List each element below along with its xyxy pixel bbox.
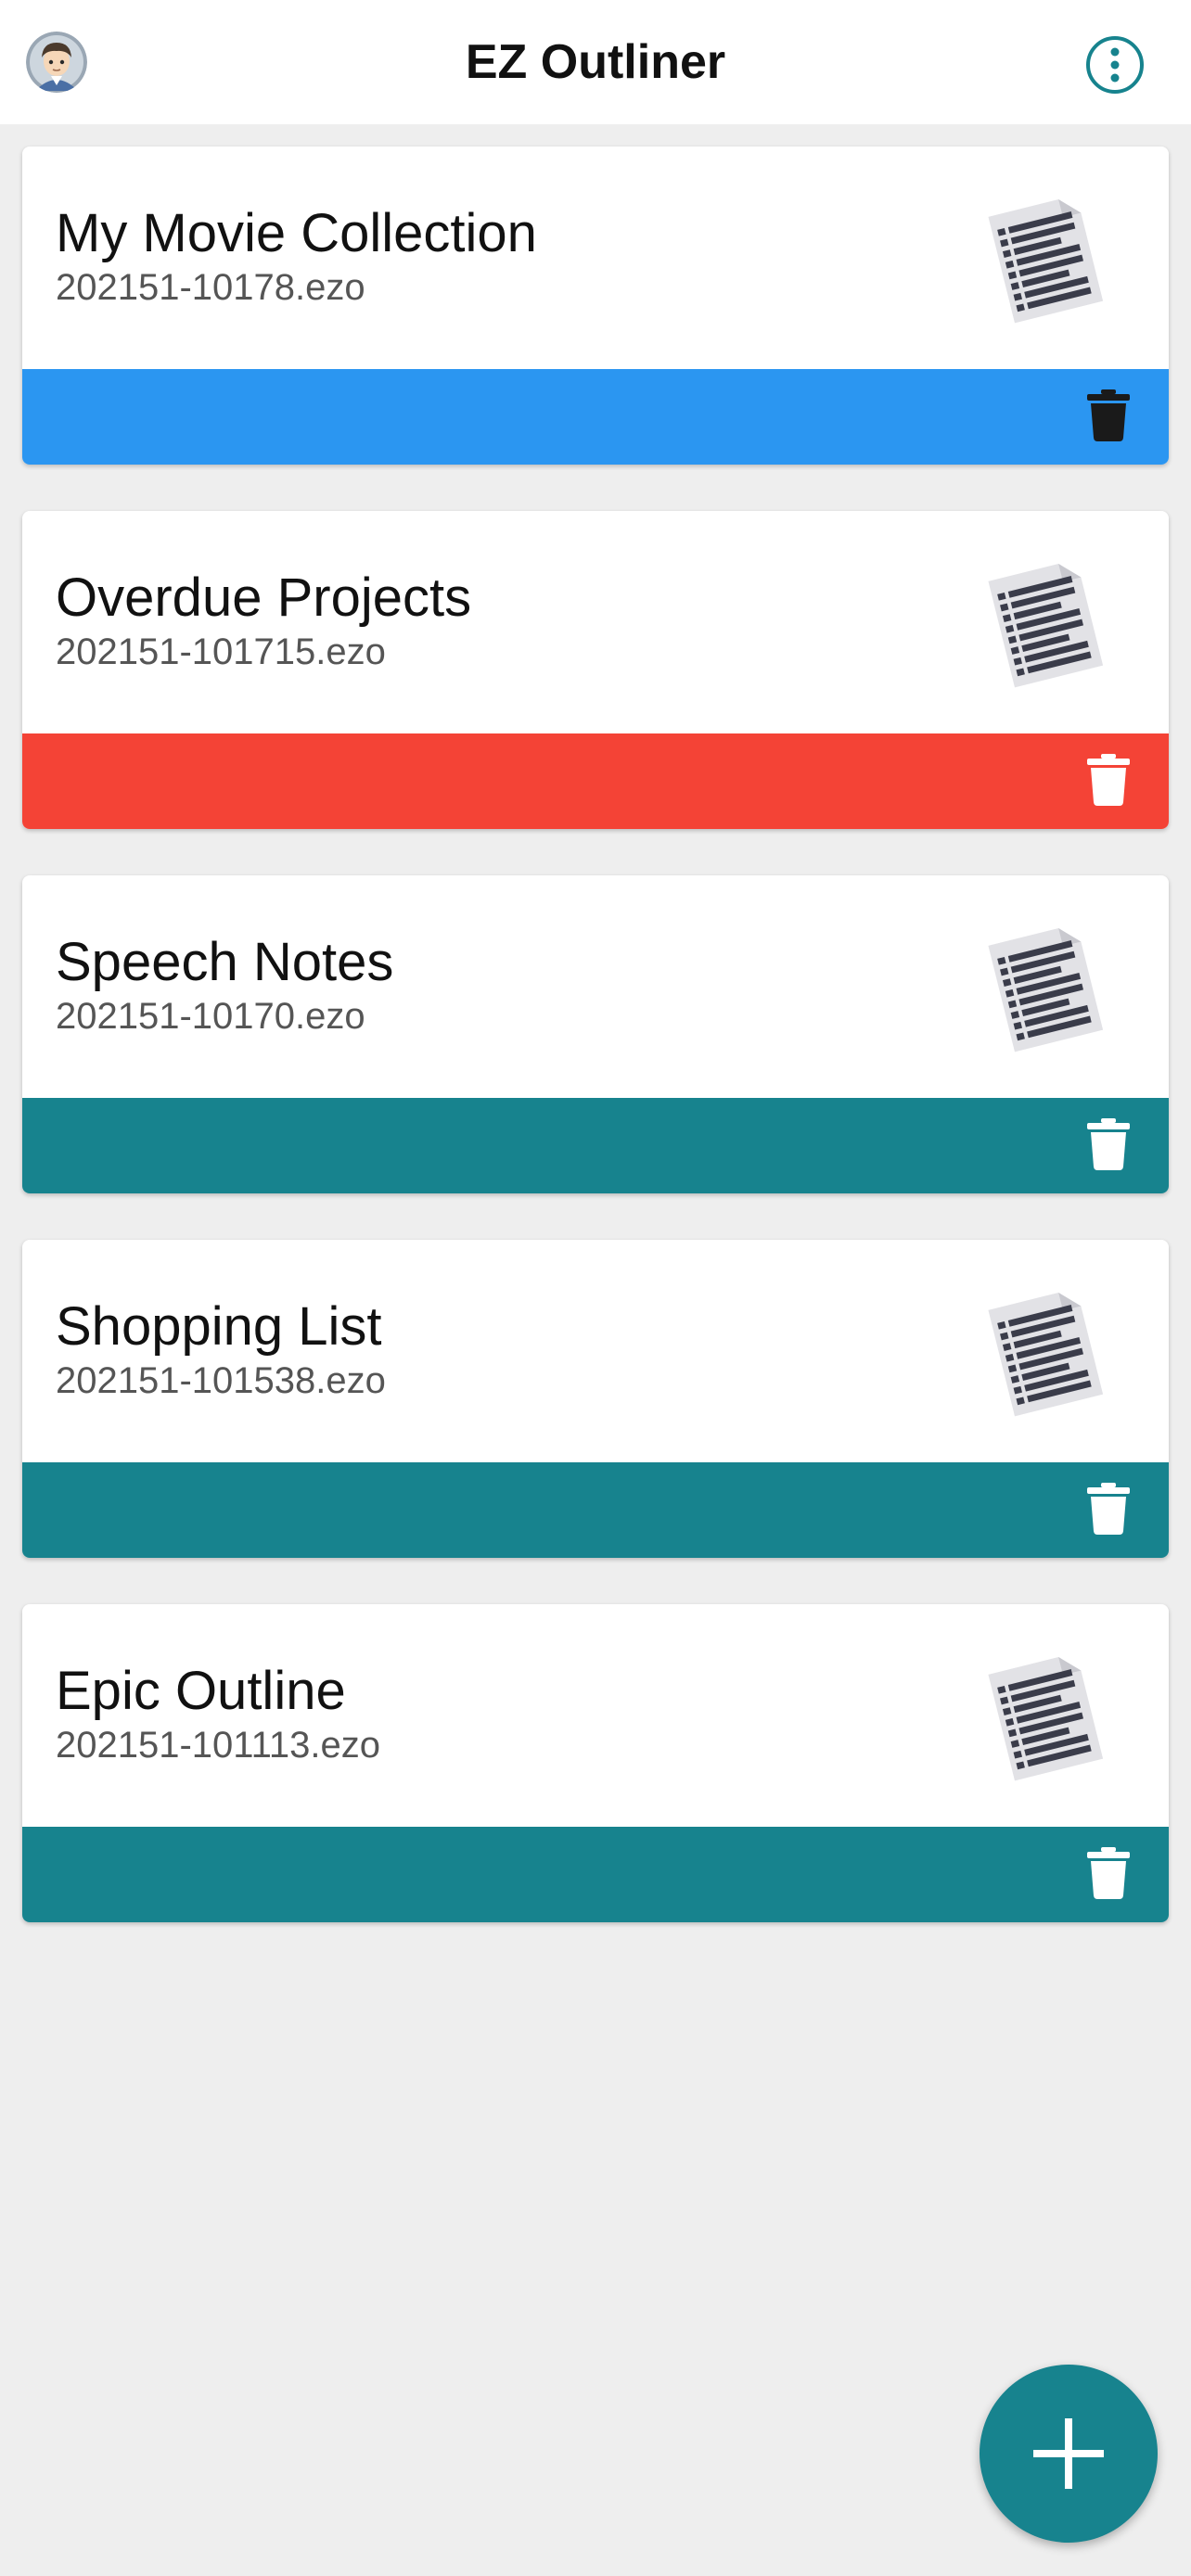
outline-action-bar [22, 1098, 1169, 1193]
outline-filename: 202151-10178.ezo [56, 267, 365, 308]
trash-icon [1087, 1483, 1130, 1538]
outline-filename: 202151-101538.ezo [56, 1360, 386, 1401]
trash-icon [1087, 1118, 1130, 1174]
outline-name: Overdue Projects [56, 567, 472, 628]
delete-outline-button[interactable] [1087, 754, 1130, 806]
app-header: EZ Outliner [0, 0, 1191, 124]
outline-action-bar [22, 369, 1169, 465]
outline-filename: 202151-10170.ezo [56, 996, 365, 1037]
outline-action-bar [22, 733, 1169, 829]
app-title: EZ Outliner [465, 35, 726, 89]
document-icon [972, 1277, 1121, 1425]
delete-outline-button[interactable] [1087, 389, 1130, 441]
outline-action-bar [22, 1462, 1169, 1558]
outline-name: Speech Notes [56, 932, 394, 992]
outline-card[interactable]: My Movie Collection 202151-10178.ezo [22, 147, 1169, 465]
outline-filename: 202151-101113.ezo [56, 1725, 380, 1766]
outline-card[interactable]: Overdue Projects 202151-101715.ezo [22, 511, 1169, 829]
document-icon [972, 548, 1121, 696]
outline-filename: 202151-101715.ezo [56, 631, 386, 672]
document-icon [972, 184, 1121, 332]
document-icon [972, 1641, 1121, 1790]
more-vert-icon [1086, 36, 1144, 94]
trash-icon [1087, 754, 1130, 810]
delete-outline-button[interactable] [1087, 1483, 1130, 1535]
delete-outline-button[interactable] [1087, 1847, 1130, 1899]
outline-card[interactable]: Shopping List 202151-101538.ezo [22, 1240, 1169, 1558]
plus-icon [1033, 2418, 1104, 2489]
more-menu-button[interactable] [1085, 35, 1145, 95]
outline-action-bar [22, 1827, 1169, 1922]
delete-outline-button[interactable] [1087, 1118, 1130, 1170]
outline-card[interactable]: Speech Notes 202151-10170.ezo [22, 875, 1169, 1193]
trash-icon [1087, 1847, 1130, 1903]
outline-name: My Movie Collection [56, 203, 537, 263]
outline-name: Epic Outline [56, 1661, 346, 1721]
document-icon [972, 912, 1121, 1061]
outline-card[interactable]: Epic Outline 202151-101113.ezo [22, 1604, 1169, 1922]
add-outline-button[interactable] [980, 2365, 1158, 2543]
outline-name: Shopping List [56, 1296, 382, 1357]
trash-icon [1087, 389, 1130, 445]
